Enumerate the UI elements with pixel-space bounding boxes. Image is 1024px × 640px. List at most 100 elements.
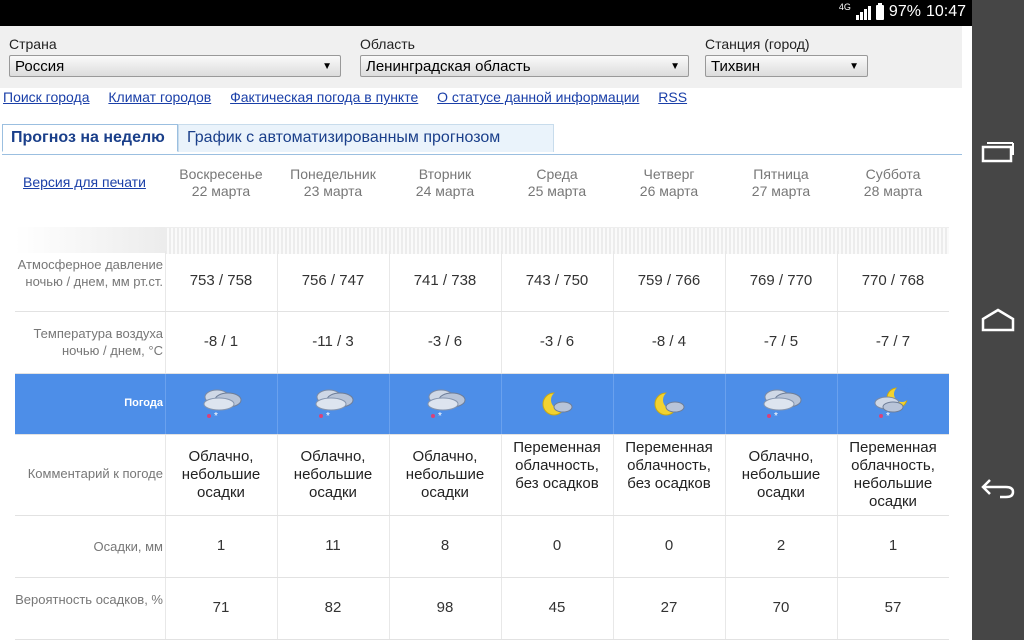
weather-comment: Облачно, небольшие осадки [293,448,373,501]
svg-text:*: * [886,411,890,422]
region-select[interactable]: Ленинградская область ▼ [360,55,689,77]
clock: 10:47 [925,3,966,20]
country-select[interactable]: Россия ▼ [9,55,341,77]
probability-value: 98 [436,599,454,616]
weather-comment: Облачно, небольшие осадки [405,448,485,501]
weather-comment: Облачно, небольшие осадки [181,448,261,501]
back-button[interactable] [972,458,1024,518]
filter-panel: Страна Россия ▼ Область Ленинградская об… [0,26,962,88]
day-date: 27 марта [751,183,811,199]
precipitation-label: Осадки, мм [93,539,163,554]
probability-value: 82 [324,599,342,616]
probability-value: 45 [548,599,566,616]
battery-icon [875,2,884,20]
country-filter: Страна Россия ▼ [9,36,341,77]
station-select[interactable]: Тихвин ▼ [705,55,868,77]
day-name: Вторник [418,166,472,182]
pressure-value: 769 / 770 [749,272,813,289]
country-value: Россия [15,58,65,75]
link-city-climate[interactable]: Климат городов [108,89,211,105]
moon-cloud-snow-icon: * [869,383,917,423]
svg-text:*: * [774,411,778,422]
precipitation-value: 1 [216,537,226,554]
cloud-snow-icon: * [197,383,245,423]
day-name: Понедельник [290,166,376,182]
day-date: 22 марта [191,183,251,199]
region-value: Ленинградская область [366,58,531,75]
day-date: 26 марта [639,183,699,199]
weather-comment: Переменная облачность, небольшие осадки [849,439,937,510]
cloud-snow-icon: * [421,383,469,423]
column-separator [389,374,390,434]
status-bar: 4G 97% 10:47 [0,0,972,26]
dropdown-arrow-icon: ▼ [670,61,680,72]
link-info-status[interactable]: О статусе данной информации [437,89,639,105]
country-label: Страна [9,36,57,52]
pressure-label: Атмосферное давление ночью / днем, мм рт… [17,257,163,289]
column-separator [837,374,838,434]
moon-cloud-icon [533,383,581,423]
temperature-value: -7 / 7 [875,333,911,350]
svg-text:*: * [326,411,330,422]
day-name: Воскресенье [179,166,263,182]
day-name: Суббота [865,166,921,182]
cloud-snow-icon: * [309,383,357,423]
precipitation-value: 11 [325,537,341,554]
column-separator [277,374,278,434]
probability-value: 71 [212,599,230,616]
status-indicators: 4G 97% 10:47 [838,2,966,21]
link-actual-weather[interactable]: Фактическая погода в пункте [230,89,418,105]
tab-weekly-forecast[interactable]: Прогноз на неделю [2,124,178,152]
probability-label: Вероятность осадков, % [15,592,163,607]
precipitation-value: 8 [440,537,450,554]
column-separator [165,374,166,434]
day-date: 28 марта [863,183,923,199]
weather-comment: Переменная облачность, без осадков [625,439,713,492]
pressure-value: 753 / 758 [189,272,253,289]
pressure-value: 759 / 766 [637,272,701,289]
svg-text:*: * [214,411,218,422]
ruler-decoration [15,227,165,253]
pressure-value: 756 / 747 [301,272,365,289]
tab-bar: Прогноз на неделю График с автоматизиров… [2,122,962,155]
probability-value: 27 [660,599,678,616]
page-content: Страна Россия ▼ Область Ленинградская об… [0,26,972,640]
temperature-value: -11 / 3 [312,333,354,350]
column-separator [613,374,614,434]
precipitation-value: 0 [552,537,562,554]
pressure-value: 741 / 738 [413,272,477,289]
svg-text:*: * [438,411,442,422]
day-name: Пятница [753,166,809,182]
home-button[interactable] [972,290,1024,350]
back-arrow-icon [981,479,1015,499]
dropdown-arrow-icon: ▼ [849,61,859,72]
precipitation-value: 1 [888,537,898,554]
temperature-label: Температура воздуха ночью / днем, °С [33,326,163,358]
network-type: 4G [838,2,851,12]
links-bar: Поиск города Климат городов Фактическая … [3,89,702,105]
weather-label: Погода [124,397,163,409]
cloud-snow-icon: * [757,383,805,423]
tab-auto-forecast-chart[interactable]: График с автоматизированным прогнозом [178,124,554,152]
print-version-link[interactable]: Версия для печати [23,174,146,190]
recent-apps-button[interactable] [972,122,1024,182]
day-date: 23 марта [303,183,363,199]
probability-value: 70 [772,599,790,616]
link-rss[interactable]: RSS [658,89,687,105]
day-date: 25 марта [527,183,587,199]
day-date: 24 марта [415,183,475,199]
pressure-value: 743 / 750 [525,272,589,289]
weather-comment: Облачно, небольшие осадки [741,448,821,501]
column-separator [501,374,502,434]
signal-icon [855,4,871,20]
column-separator [725,374,726,434]
station-label: Станция (город) [705,36,810,52]
temperature-value: -8 / 4 [651,333,687,350]
ruler-decoration [165,227,949,254]
precipitation-value: 0 [664,537,674,554]
link-city-search[interactable]: Поиск города [3,89,90,105]
region-filter: Область Ленинградская область ▼ [360,36,689,77]
moon-cloud-icon [645,383,693,423]
precipitation-value: 2 [776,537,786,554]
pressure-value: 770 / 768 [861,272,925,289]
